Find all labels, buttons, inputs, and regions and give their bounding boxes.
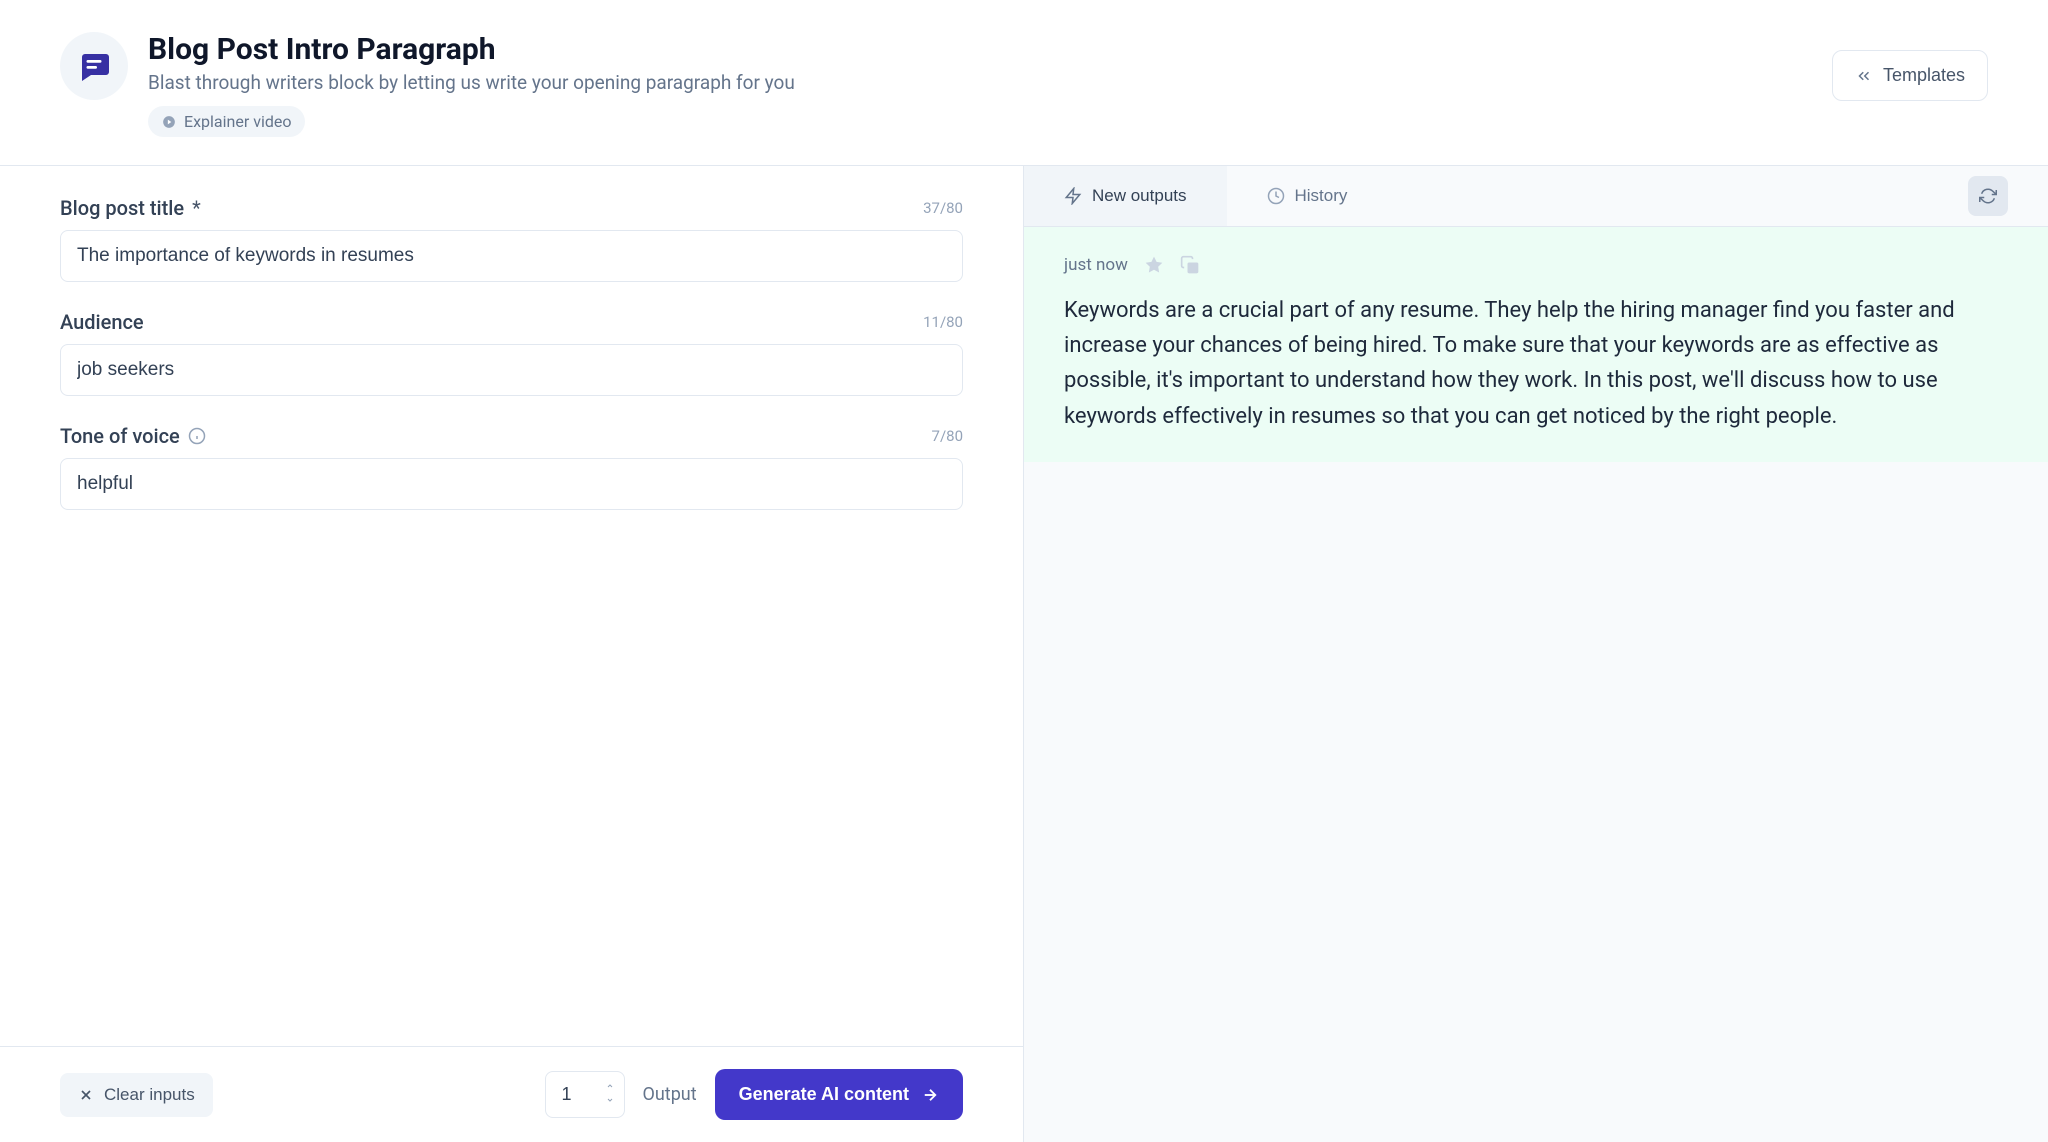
page-header: Blog Post Intro Paragraph Blast through … [0, 0, 2048, 166]
page-title: Blog Post Intro Paragraph [148, 32, 795, 67]
tabs-row: New outputs History [1024, 166, 2048, 227]
play-icon [162, 115, 176, 129]
clear-label: Clear inputs [104, 1085, 195, 1105]
main-container: Blog post title * 37/80 Audience 11/80 T [0, 166, 2048, 1142]
tone-char-count: 7/80 [932, 427, 963, 445]
templates-label: Templates [1883, 65, 1965, 86]
tab-new-outputs-label: New outputs [1092, 186, 1187, 206]
template-icon-circle [60, 32, 128, 100]
form-area: Blog post title * 37/80 Audience 11/80 T [0, 166, 1023, 1046]
templates-button[interactable]: Templates [1832, 50, 1988, 101]
stepper-down-button[interactable] [601, 1095, 619, 1109]
header-text: Blog Post Intro Paragraph Blast through … [148, 32, 795, 137]
chevron-left-double-icon [1855, 67, 1873, 85]
page-subtitle: Blast through writers block by letting u… [148, 71, 795, 94]
star-icon[interactable] [1144, 255, 1164, 275]
output-area: just now Keywords are a crucial part of … [1024, 227, 2048, 1142]
audience-char-count: 11/80 [923, 313, 963, 331]
lightning-icon [1064, 187, 1082, 205]
chat-bubble-icon [76, 48, 112, 84]
bottom-right: Output Generate AI content [545, 1069, 964, 1120]
output-count-wrapper [545, 1071, 625, 1118]
right-panel: New outputs History [1024, 166, 2048, 1142]
output-label: Output [643, 1084, 697, 1105]
audience-label: Audience [60, 310, 144, 334]
info-icon[interactable] [188, 427, 206, 445]
clear-inputs-button[interactable]: Clear inputs [60, 1073, 213, 1117]
bottom-bar: Clear inputs Output Genera [0, 1046, 1023, 1142]
label-row: Audience 11/80 [60, 310, 963, 334]
refresh-button[interactable] [1968, 176, 2008, 216]
tone-label: Tone of voice [60, 424, 206, 448]
chevron-down-icon [604, 1096, 616, 1104]
explainer-video-badge[interactable]: Explainer video [148, 106, 305, 137]
title-char-count: 37/80 [923, 199, 963, 217]
arrow-right-icon [921, 1086, 939, 1104]
form-group-title: Blog post title * 37/80 [60, 196, 963, 282]
refresh-icon [1979, 187, 1997, 205]
tone-input[interactable] [60, 458, 963, 510]
tabs: New outputs History [1024, 166, 1387, 226]
form-group-tone: Tone of voice 7/80 [60, 424, 963, 510]
output-timestamp: just now [1064, 255, 1128, 275]
quantity-stepper [601, 1081, 619, 1109]
tab-history[interactable]: History [1227, 166, 1388, 226]
generate-button[interactable]: Generate AI content [715, 1069, 963, 1120]
close-icon [78, 1087, 94, 1103]
header-left: Blog Post Intro Paragraph Blast through … [60, 32, 795, 137]
output-meta: just now [1064, 255, 2008, 275]
output-text: Keywords are a crucial part of any resum… [1064, 293, 2008, 434]
stepper-up-button[interactable] [601, 1081, 619, 1095]
label-row: Blog post title * 37/80 [60, 196, 963, 220]
form-group-audience: Audience 11/80 [60, 310, 963, 396]
left-panel: Blog post title * 37/80 Audience 11/80 T [0, 166, 1024, 1142]
required-marker: * [192, 196, 201, 220]
chevron-up-icon [604, 1082, 616, 1090]
generate-label: Generate AI content [739, 1084, 909, 1105]
tab-new-outputs[interactable]: New outputs [1024, 166, 1227, 226]
label-row: Tone of voice 7/80 [60, 424, 963, 448]
explainer-label: Explainer video [184, 112, 291, 131]
audience-input[interactable] [60, 344, 963, 396]
title-label: Blog post title * [60, 196, 201, 220]
title-input[interactable] [60, 230, 963, 282]
tab-history-label: History [1295, 186, 1348, 206]
clock-icon [1267, 187, 1285, 205]
output-card: just now Keywords are a crucial part of … [1024, 227, 2048, 462]
copy-icon[interactable] [1180, 255, 1200, 275]
